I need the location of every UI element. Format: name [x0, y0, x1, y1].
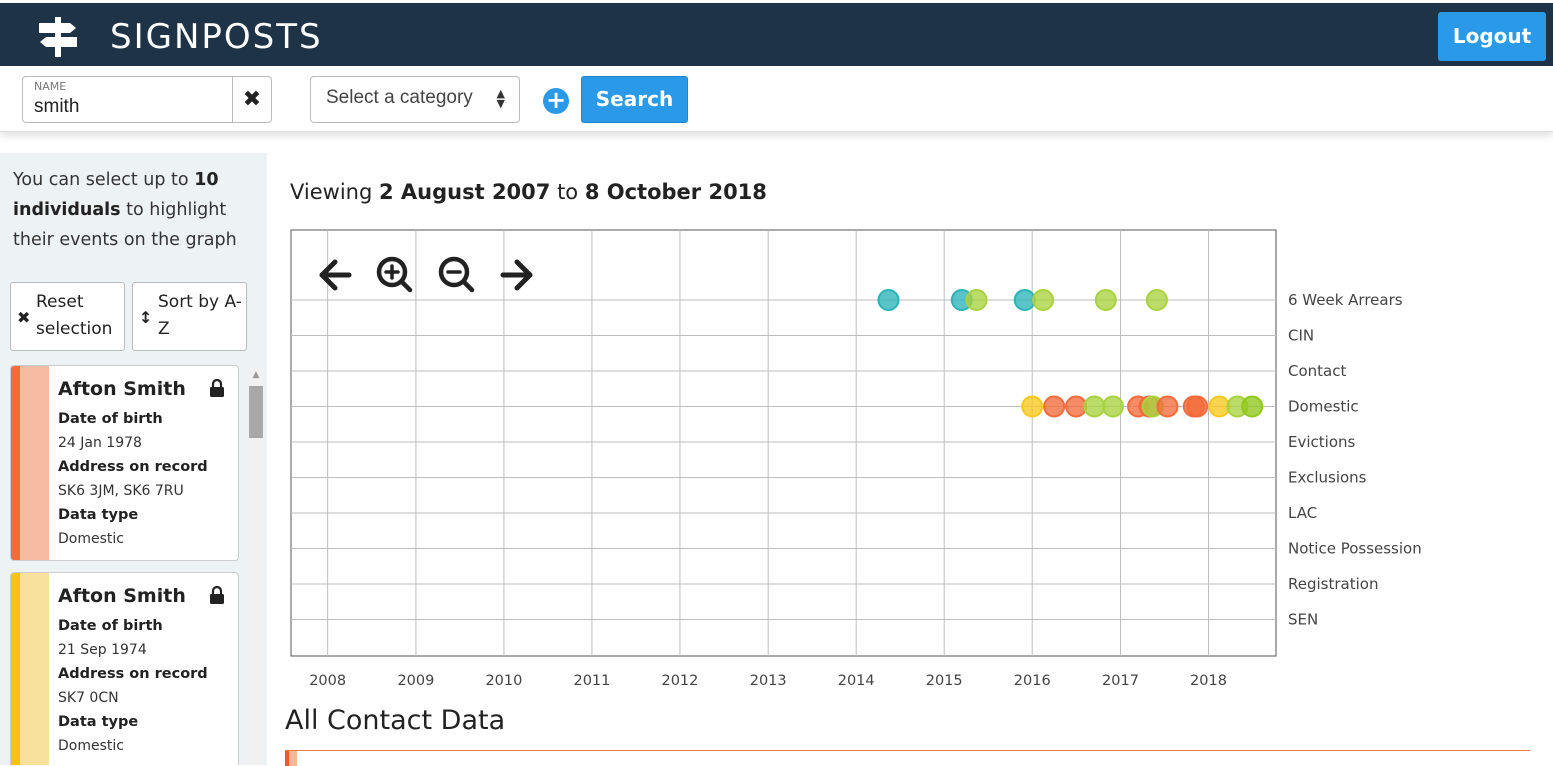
dob-label: Date of birth — [58, 618, 163, 634]
category-label: Contact — [1288, 362, 1346, 380]
data-type-value: Domestic — [58, 738, 124, 754]
event-point[interactable] — [1013, 289, 1036, 311]
address-value: SK6 3JM, SK6 7RU — [58, 483, 184, 499]
plot-frame — [290, 229, 1277, 657]
x-tick-label: 2017 — [1102, 673, 1139, 689]
name-field[interactable]: NAME smith ✖ — [22, 76, 272, 123]
signpost-icon — [39, 17, 77, 57]
x-tick-label: 2018 — [1190, 673, 1227, 689]
lock-icon[interactable] — [209, 586, 225, 604]
address-value: SK7 0CN — [58, 690, 119, 706]
category-label: LAC — [1288, 504, 1317, 522]
reset-selection-button[interactable]: ✖ Reset selection — [10, 282, 125, 351]
sort-label: Sort by A-Z — [158, 292, 242, 339]
category-label: Exclusions — [1288, 469, 1367, 487]
category-label: Evictions — [1288, 433, 1356, 451]
event-point[interactable] — [1101, 395, 1124, 418]
category-label: SEN — [1288, 611, 1318, 629]
event-point[interactable] — [1208, 395, 1231, 418]
sidebar: You can select up to 10 individuals to h… — [0, 153, 267, 765]
contact-data-table-header — [285, 750, 1530, 766]
x-tick-label: 2016 — [1014, 673, 1051, 689]
event-point[interactable] — [1241, 395, 1264, 418]
reset-selection-label: Reset selection — [36, 292, 113, 339]
name-field-label: NAME — [34, 80, 67, 93]
event-point[interactable] — [1145, 289, 1168, 311]
x-tick-label: 2015 — [926, 673, 963, 689]
add-criteria-icon[interactable]: + — [543, 88, 569, 114]
sort-vertical-icon: ↕ — [139, 308, 153, 327]
x-tick-label: 2014 — [838, 673, 875, 689]
category-select-value: Select a category — [326, 87, 473, 108]
dob-label: Date of birth — [58, 411, 163, 427]
person-card[interactable]: Afton Smith Date of birth 24 Jan 1978 Ad… — [10, 365, 239, 561]
event-point[interactable] — [1094, 289, 1117, 311]
category-label: 6 Week Arrears — [1288, 291, 1403, 309]
clear-name-button[interactable]: ✖ — [232, 77, 271, 122]
x-tick-label: 2009 — [397, 673, 434, 689]
card-color-stripe — [11, 366, 20, 560]
logout-button[interactable]: Logout — [1438, 12, 1546, 61]
category-label: Registration — [1288, 575, 1378, 593]
top-navigation-bar: SIGNPOSTS Logout — [0, 0, 1553, 66]
search-bar: NAME smith ✖ Select a category ▲ ▼ + Sear… — [0, 66, 1553, 132]
address-label: Address on record — [58, 666, 208, 682]
person-card[interactable]: Afton Smith Date of birth 21 Sep 1974 Ad… — [10, 572, 239, 765]
search-button[interactable]: Search — [581, 76, 688, 123]
category-label: CIN — [1288, 327, 1314, 345]
intro-text-start: You can select up to — [13, 170, 195, 190]
event-point[interactable] — [1156, 395, 1179, 418]
event-point[interactable] — [877, 289, 900, 311]
category-select[interactable]: Select a category ▲ ▼ — [310, 76, 520, 123]
timeline-chart[interactable]: 2008 2009 2010 2011 2012 2013 2014 2015 2016 2017… — [267, 153, 1553, 703]
main-content: Viewing 2 August 2007 to 8 October 2018 … — [267, 153, 1553, 766]
sidebar-scrollbar[interactable]: ▲ — [248, 368, 264, 765]
x-tick-label: 2011 — [573, 673, 610, 689]
card-color-band — [20, 573, 49, 765]
event-point[interactable] — [1021, 395, 1044, 418]
event-point[interactable] — [1065, 395, 1088, 418]
close-icon: ✖ — [242, 87, 262, 112]
name-input[interactable]: smith — [34, 96, 79, 118]
row-color-band — [289, 751, 297, 766]
data-type-label: Data type — [58, 507, 139, 523]
person-name: Afton Smith — [58, 585, 186, 607]
x-tick-label: 2013 — [750, 673, 787, 689]
data-type-value: Domestic — [58, 531, 124, 547]
event-point[interactable] — [1032, 289, 1055, 311]
card-color-stripe — [11, 573, 20, 765]
data-type-label: Data type — [58, 714, 139, 730]
dob-value: 24 Jan 1978 — [58, 435, 142, 451]
card-color-band — [20, 366, 49, 560]
category-label: Domestic — [1288, 398, 1359, 416]
app-brand: SIGNPOSTS — [110, 17, 323, 57]
lock-icon[interactable] — [209, 379, 225, 397]
address-label: Address on record — [58, 459, 208, 475]
sidebar-intro-text: You can select up to 10 individuals to h… — [13, 165, 258, 255]
event-point[interactable] — [965, 289, 988, 311]
close-icon: ✖ — [17, 308, 31, 327]
x-tick-label: 2008 — [309, 673, 346, 689]
x-tick-label: 2010 — [485, 673, 522, 689]
sort-az-button[interactable]: ↕ Sort by A-Z — [132, 282, 247, 351]
scrollbar-thumb[interactable] — [249, 386, 263, 438]
sort-arrows-icon: ▲ ▼ — [496, 87, 505, 110]
scroll-up-icon[interactable]: ▲ — [248, 370, 264, 380]
event-point[interactable] — [1186, 395, 1209, 418]
dob-value: 21 Sep 1974 — [58, 642, 147, 658]
section-title-all-contact-data: All Contact Data — [285, 705, 506, 736]
category-label: Notice Possession — [1288, 540, 1422, 558]
person-name: Afton Smith — [58, 378, 186, 400]
x-tick-label: 2012 — [661, 673, 698, 689]
event-point[interactable] — [1043, 395, 1066, 418]
event-point[interactable] — [1083, 395, 1106, 418]
